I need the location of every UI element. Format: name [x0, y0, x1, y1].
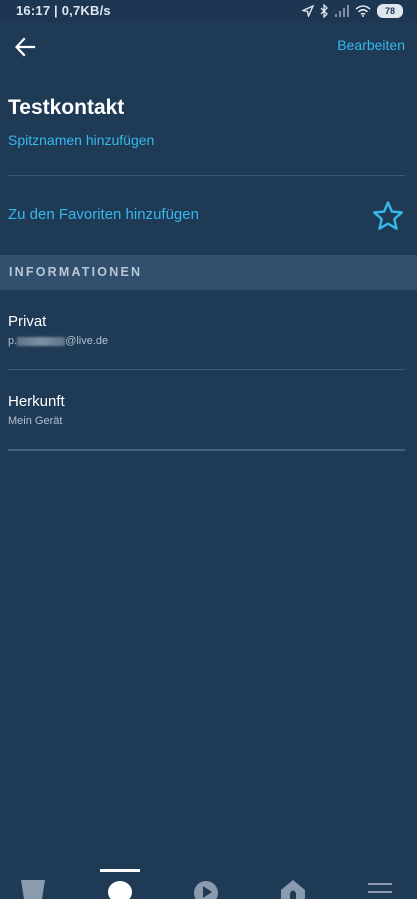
home-icon[interactable] — [20, 879, 46, 899]
clock: 16:17 — [16, 3, 51, 18]
info-row-origin: Herkunft Mein Gerät — [0, 385, 417, 449]
divider — [8, 175, 405, 176]
section-header-label: INFORMATIONEN — [9, 265, 143, 279]
back-button[interactable] — [10, 32, 40, 62]
info-email: p. @live.de — [8, 335, 108, 347]
bottom-nav — [0, 869, 417, 899]
info-label: Privat — [8, 313, 47, 330]
email-prefix: p. — [8, 335, 18, 347]
divider — [8, 449, 405, 451]
battery-icon: 78 — [377, 4, 403, 18]
communicate-icon[interactable] — [107, 881, 133, 899]
status-icons: 78 — [302, 2, 403, 20]
play-icon[interactable] — [193, 880, 219, 899]
status-time: 16:17 | 0,7KB/s — [16, 3, 111, 18]
devices-icon[interactable] — [280, 879, 306, 899]
status-bar: 16:17 | 0,7KB/s 78 — [0, 0, 417, 22]
active-tab-indicator — [100, 869, 140, 872]
star-outline-icon[interactable] — [372, 200, 404, 232]
edit-button[interactable]: Bearbeiten — [337, 37, 405, 53]
redacted-text — [17, 336, 66, 346]
arrow-left-icon — [14, 37, 36, 57]
add-favorite-row[interactable]: Zu den Favoriten hinzufügen — [0, 196, 417, 236]
network-speed: 0,7KB/s — [61, 3, 111, 18]
email-suffix: @live.de — [65, 335, 109, 347]
location-icon — [302, 5, 314, 17]
section-header: INFORMATIONEN — [0, 255, 417, 290]
signal-icon — [335, 5, 349, 17]
add-favorite-label: Zu den Favoriten hinzufügen — [8, 206, 199, 223]
info-label: Herkunft — [8, 393, 65, 410]
add-nickname-link[interactable]: Spitznamen hinzufügen — [8, 132, 154, 148]
bluetooth-icon — [320, 4, 328, 18]
contact-name: Testkontakt — [8, 96, 125, 119]
info-value: Mein Gerät — [8, 415, 63, 427]
more-icon[interactable] — [367, 882, 393, 899]
wifi-icon — [355, 5, 371, 17]
app-bar: Bearbeiten — [0, 22, 417, 70]
divider — [8, 369, 405, 370]
info-row-private[interactable]: Privat p. @live.de — [0, 305, 417, 369]
